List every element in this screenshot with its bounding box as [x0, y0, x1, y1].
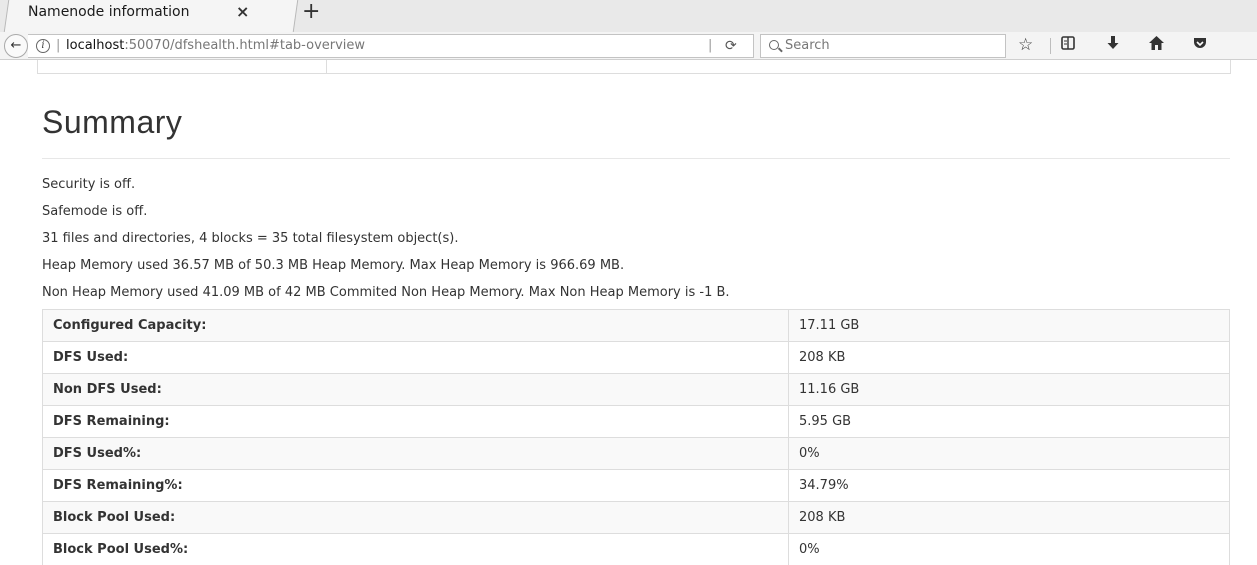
star-icon[interactable]: ☆	[1018, 35, 1033, 55]
row-value: 208 KB	[788, 501, 1230, 534]
nav-bar: ← i | localhost:50070/dfshealth.html#tab…	[0, 32, 1257, 60]
toolbar-divider	[1050, 38, 1051, 54]
row-label: DFS Used%:	[42, 437, 789, 470]
row-label: DFS Remaining%:	[42, 469, 789, 502]
table-row: Block Pool Used%: 0%	[42, 533, 1230, 565]
table-row: DFS Used%: 0%	[42, 437, 1230, 470]
row-label: DFS Used:	[42, 341, 789, 374]
safemode-status: Safemode is off.	[42, 204, 148, 219]
tab-title: Namenode information	[28, 4, 190, 20]
pocket-icon[interactable]	[1192, 35, 1208, 56]
url-host: localhost	[66, 38, 125, 53]
table-row: DFS Remaining%: 34.79%	[42, 469, 1230, 502]
row-value: 208 KB	[788, 341, 1230, 374]
security-status: Security is off.	[42, 177, 136, 192]
filesystem-objects: 31 files and directories, 4 blocks = 35 …	[42, 231, 459, 246]
back-button[interactable]: ←	[4, 34, 28, 58]
row-label: Configured Capacity:	[42, 309, 789, 342]
reload-separator: |	[708, 38, 713, 53]
previous-table-bottom	[37, 60, 1231, 74]
non-heap-memory: Non Heap Memory used 41.09 MB of 42 MB C…	[42, 285, 730, 300]
url-path: :50070/dfshealth.html#tab-overview	[124, 38, 366, 53]
reading-list-icon[interactable]	[1060, 35, 1076, 56]
url-text[interactable]: localhost:50070/dfshealth.html#tab-overv…	[66, 35, 365, 57]
search-bar[interactable]: Search	[760, 34, 1006, 58]
new-tab-button[interactable]: +	[302, 0, 320, 24]
row-label: Non DFS Used:	[42, 373, 789, 406]
search-icon	[769, 40, 779, 50]
table-row: Configured Capacity: 17.11 GB	[42, 309, 1230, 342]
row-value: 0%	[788, 533, 1230, 565]
row-label: Block Pool Used%:	[42, 533, 789, 565]
row-label: Block Pool Used:	[42, 501, 789, 534]
row-value: 5.95 GB	[788, 405, 1230, 438]
table-row: Non DFS Used: 11.16 GB	[42, 373, 1230, 406]
url-separator: |	[56, 38, 61, 53]
row-value: 34.79%	[788, 469, 1230, 502]
row-value: 17.11 GB	[788, 309, 1230, 342]
row-label: DFS Remaining:	[42, 405, 789, 438]
close-tab-icon[interactable]: ×	[236, 2, 249, 21]
table-row: DFS Remaining: 5.95 GB	[42, 405, 1230, 438]
page-title: Summary	[42, 104, 183, 140]
table-row: Block Pool Used: 208 KB	[42, 501, 1230, 534]
home-icon[interactable]	[1148, 35, 1165, 56]
title-divider	[42, 158, 1230, 159]
tab-bar: Namenode information × +	[0, 0, 1257, 32]
download-icon[interactable]	[1105, 35, 1121, 56]
row-value: 0%	[788, 437, 1230, 470]
previous-table-column-divider	[326, 60, 327, 74]
row-value: 11.16 GB	[788, 373, 1230, 406]
url-bar[interactable]: i | localhost:50070/dfshealth.html#tab-o…	[28, 34, 754, 58]
table-row: DFS Used: 208 KB	[42, 341, 1230, 374]
heap-memory: Heap Memory used 36.57 MB of 50.3 MB Hea…	[42, 258, 625, 273]
info-icon[interactable]: i	[36, 39, 50, 53]
summary-table: Configured Capacity: 17.11 GB DFS Used: …	[42, 309, 1230, 565]
reload-icon[interactable]: ⟳	[725, 35, 737, 57]
search-input[interactable]: Search	[785, 35, 830, 57]
